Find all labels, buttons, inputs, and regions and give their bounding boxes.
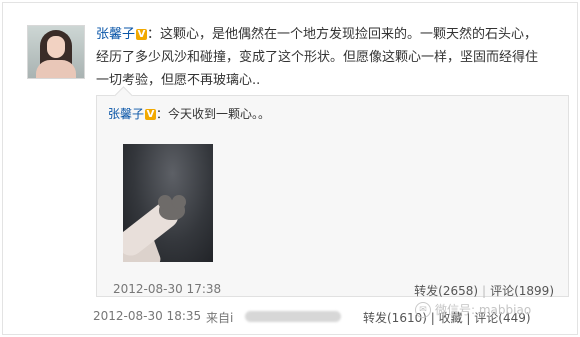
post-colon: ： — [147, 27, 161, 42]
wechat-icon: ✉ — [415, 301, 431, 318]
avatar[interactable] — [27, 25, 85, 79]
action-separator: | — [482, 284, 487, 298]
post-timestamp[interactable]: 2012-08-30 18:35 — [93, 309, 201, 323]
repost-author-link[interactable]: 张馨子 — [108, 107, 144, 121]
verified-badge-icon: V — [145, 109, 157, 120]
repost-colon: ： — [156, 107, 169, 121]
avatar-body — [36, 60, 76, 78]
repost-text: 今天收到一颗心。。 — [168, 107, 271, 121]
reposted-content: 张馨子 V ：今天收到一颗心。。 2012-08-30 17:38 转发(2658)… — [96, 86, 569, 299]
avatar-face — [47, 36, 65, 58]
watermark-text: 微信号: mabbiao — [435, 303, 532, 317]
repost-timestamp[interactable]: 2012-08-30 17:38 — [113, 282, 221, 296]
post-text: 这颗心，是他偶然在一个地方发现捡回来的。一颗天然的石头心，经历了多少风沙和碰撞，… — [96, 27, 539, 88]
verified-badge-icon: V — [136, 29, 148, 40]
post-content: 张馨子 V ：这颗心，是他偶然在一个地方发现捡回来的。一颗天然的石头心，经历了多少风… — [96, 23, 546, 92]
weibo-post-card: 张馨子 V ：这颗心，是他偶然在一个地方发现捡回来的。一颗天然的石头心，经历了多少风… — [2, 2, 578, 335]
repost-forward-link[interactable]: 转发(2658) — [414, 284, 478, 298]
repost-header: 张馨子 V ：今天收到一颗心。。 — [108, 105, 270, 123]
repost-photo[interactable] — [123, 144, 213, 262]
repost-comment-link[interactable]: 评论(1899) — [490, 284, 554, 298]
watermark: ✉ 微信号: mabbiao — [415, 301, 531, 318]
post-source[interactable]: 来自i — [206, 309, 233, 326]
heart-stone-icon — [158, 195, 186, 220]
repost-actions: 转发(2658) | 评论(1899) — [414, 282, 554, 299]
blurred-source — [245, 311, 341, 322]
post-author-link[interactable]: 张馨子 — [96, 27, 135, 42]
